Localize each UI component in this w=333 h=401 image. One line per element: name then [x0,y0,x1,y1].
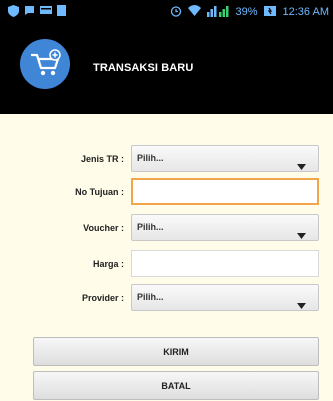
chevron-down-icon [297,296,306,314]
kirim-button[interactable]: KIRIM [33,337,319,366]
provider-label: Provider : [81,293,124,303]
wifi-icon [188,5,202,19]
card-icon [40,5,52,20]
system-status: 39% 12:36 AM [170,5,333,20]
harga-input[interactable] [132,251,318,276]
harga-label: Harga : [92,259,124,269]
notification-icons [0,4,66,20]
jenis-tr-select[interactable]: Pilih... [131,145,319,172]
no-tujuan-input[interactable] [133,180,317,203]
cart-add-icon[interactable] [20,39,70,89]
provider-value: Pilih... [137,292,164,302]
chevron-down-icon [297,157,306,175]
battery-percent: 39% [235,6,258,18]
no-tujuan-label: No Tujuan : [75,187,124,197]
batal-button[interactable]: BATAL [33,371,319,400]
harga-field[interactable] [131,250,319,277]
signal-icon [207,5,229,20]
square-icon [57,4,66,20]
shield-icon [8,4,19,20]
voucher-select[interactable]: Pilih... [131,214,319,241]
row-jenis-tr: Jenis TR : Pilih... [0,144,333,174]
voucher-label: Voucher : [83,223,124,233]
status-bar: 39% 12:36 AM [0,0,333,24]
row-no-tujuan: No Tujuan : [0,177,333,207]
row-voucher: Voucher : Pilih... [0,213,333,243]
chat-icon [24,5,35,20]
row-provider: Provider : Pilih... [0,283,333,313]
no-tujuan-field[interactable] [131,178,319,205]
jenis-tr-label: Jenis TR : [80,154,124,164]
provider-select[interactable]: Pilih... [131,284,319,311]
voucher-value: Pilih... [137,222,164,232]
clock: 12:36 AM [282,6,329,18]
page-title: TRANSAKSI BARU [93,62,194,74]
battery-icon [263,5,277,19]
row-harga: Harga : [0,249,333,279]
chevron-down-icon [297,226,306,244]
transaction-form: Jenis TR : Pilih... No Tujuan : Voucher … [0,114,333,401]
app-header: TRANSAKSI BARU [0,24,333,114]
jenis-tr-value: Pilih... [137,153,164,163]
alarm-icon [170,5,182,20]
